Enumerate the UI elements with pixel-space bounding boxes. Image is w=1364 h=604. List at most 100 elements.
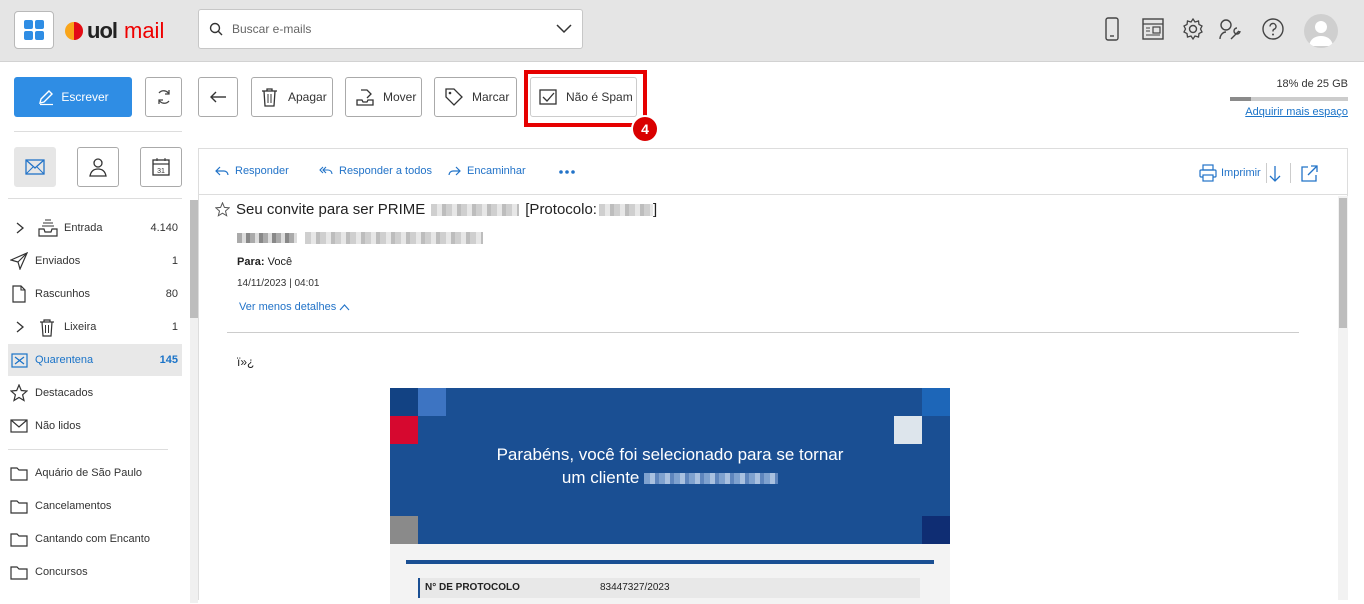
sidebar-item-custom-folder[interactable]: Cantando com Encanto	[8, 523, 182, 555]
message-subject: Seu convite para ser PRIME [Protocolo: ]	[215, 201, 657, 218]
calendar-icon: 31	[152, 158, 170, 176]
refresh-button[interactable]	[145, 77, 182, 117]
sidebar-separator	[8, 198, 182, 199]
sidebar-item-rascunhos[interactable]: Rascunhos 80	[8, 278, 182, 310]
delete-button[interactable]: Apagar	[251, 77, 333, 117]
sidebar-item-label: Lixeira	[64, 321, 97, 333]
action-divider	[1290, 163, 1291, 183]
scrollbar-thumb[interactable]	[1339, 198, 1347, 328]
sidebar-item-custom-folder[interactable]: Concursos	[8, 556, 182, 588]
uol-logo-icon	[65, 22, 83, 40]
search-box[interactable]: Buscar e-mails	[198, 9, 583, 49]
buy-storage-link[interactable]: Adquirir mais espaço	[1245, 106, 1348, 118]
help-icon[interactable]	[1261, 17, 1285, 41]
email-banner: Parabéns, você foi selecionado para se t…	[390, 388, 950, 544]
subject-protocol: [Protocolo:	[525, 201, 597, 218]
reply-button[interactable]: Responder	[215, 165, 289, 177]
step-highlight-box	[524, 70, 647, 127]
mobile-icon[interactable]	[1103, 17, 1121, 41]
decorative-square	[894, 416, 922, 444]
recipient-line: Para: Você	[237, 256, 292, 268]
move-button[interactable]: Mover	[345, 77, 422, 117]
message-view: Responder Responder a todos Encaminhar I…	[198, 148, 1348, 604]
message-scrollbar[interactable]	[1338, 196, 1348, 600]
folder-icon	[10, 565, 28, 580]
sidebar-item-entrada[interactable]: Entrada 4.140	[8, 212, 182, 244]
tab-contacts[interactable]	[77, 147, 119, 187]
redacted-text	[431, 203, 520, 216]
sidebar-scrollbar[interactable]	[190, 200, 198, 603]
sidebar-item-label: Enviados	[35, 255, 81, 267]
card-accent-line	[406, 560, 934, 564]
trash-icon	[262, 88, 277, 107]
scrollbar-thumb[interactable]	[190, 200, 198, 318]
reply-all-icon	[319, 166, 333, 175]
search-icon	[209, 22, 223, 36]
encoding-artifact-text: ï»¿	[237, 355, 255, 369]
search-input[interactable]: Buscar e-mails	[232, 22, 311, 36]
uol-mail-logo[interactable]: uol mail	[64, 18, 164, 44]
news-icon[interactable]	[1141, 17, 1165, 41]
send-icon	[10, 252, 28, 270]
open-new-window-icon[interactable]	[1300, 164, 1319, 183]
sidebar-item-nao-lidos[interactable]: Não lidos	[8, 410, 182, 442]
decorative-square	[922, 516, 950, 544]
forward-button[interactable]: Encaminhar	[447, 165, 526, 177]
folder-count: 4.140	[150, 222, 178, 234]
tab-calendar[interactable]: 31	[140, 147, 182, 187]
user-avatar-icon	[1309, 21, 1333, 46]
sidebar-item-custom-folder[interactable]: Cancelamentos	[8, 490, 182, 522]
redacted-text	[237, 232, 297, 243]
star-icon[interactable]	[215, 202, 230, 217]
sidebar-divider	[8, 449, 168, 450]
compose-button[interactable]: Escrever	[14, 77, 132, 117]
sidebar-item-custom-folder[interactable]: Aquário de São Paulo	[8, 457, 182, 489]
subject-prefix: Seu convite para ser PRIME	[236, 201, 426, 218]
folder-icon	[10, 532, 28, 547]
mail-icon	[25, 159, 45, 175]
sidebar-separator	[14, 131, 182, 132]
to-value: Você	[267, 256, 293, 268]
decorative-square	[390, 388, 418, 416]
compose-label: Escrever	[61, 90, 109, 104]
folder-icon	[10, 499, 28, 514]
tag-button[interactable]: Marcar	[434, 77, 517, 117]
tab-mail[interactable]	[14, 147, 56, 187]
decorative-square	[390, 416, 418, 444]
chevron-right-icon[interactable]	[15, 221, 25, 235]
more-options-icon[interactable]	[559, 170, 575, 174]
chevron-down-icon[interactable]	[556, 22, 572, 34]
message-date: 14/11/2023 | 04:01	[237, 278, 320, 289]
redacted-text	[305, 231, 484, 244]
decorative-square	[390, 516, 418, 544]
settings-icon[interactable]	[1181, 17, 1205, 41]
arrow-left-icon	[210, 91, 226, 103]
envelope-icon	[10, 419, 28, 433]
sidebar-item-lixeira[interactable]: Lixeira 1	[8, 311, 182, 343]
tools-icon[interactable]	[1217, 17, 1243, 43]
chevron-right-icon[interactable]	[15, 320, 25, 334]
quota-text: 18% de 25 GB	[1276, 78, 1348, 90]
reply-icon	[215, 166, 229, 176]
download-icon[interactable]	[1269, 165, 1281, 183]
less-details-label: Ver menos detalhes	[239, 301, 337, 313]
back-button[interactable]	[198, 77, 238, 117]
sidebar-item-enviados[interactable]: Enviados 1	[8, 245, 182, 277]
print-button[interactable]: Imprimir	[1199, 164, 1261, 182]
avatar[interactable]	[1304, 14, 1338, 48]
top-bar: uol mail Buscar e-mails	[0, 0, 1364, 62]
reply-all-button[interactable]: Responder a todos	[319, 165, 432, 177]
sidebar-item-destacados[interactable]: Destacados	[8, 377, 182, 409]
storage-quota: 18% de 25 GB Adquirir mais espaço	[1230, 78, 1348, 118]
reply-all-label: Responder a todos	[339, 165, 432, 177]
refresh-icon	[157, 90, 170, 104]
draft-icon	[12, 285, 26, 303]
print-label: Imprimir	[1221, 167, 1261, 179]
apps-grid-button[interactable]	[14, 11, 54, 49]
less-details-link[interactable]: Ver menos detalhes	[239, 301, 350, 313]
pencil-icon	[39, 90, 54, 106]
tag-icon	[445, 88, 463, 106]
sidebar-item-quarentena[interactable]: Quarentena 145	[8, 344, 182, 376]
inbox-icon	[38, 219, 58, 237]
folder-count: 1	[171, 321, 178, 333]
